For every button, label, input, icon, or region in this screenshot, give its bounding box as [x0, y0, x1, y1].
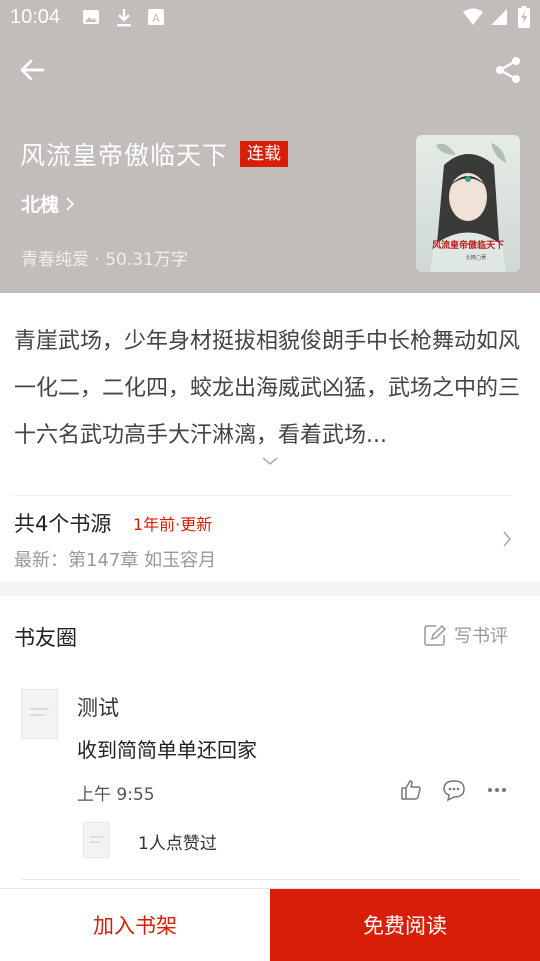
liker-avatar[interactable] [83, 822, 110, 858]
thumbs-up-icon[interactable] [399, 778, 423, 802]
signal-icon [491, 9, 507, 25]
cover-title-text: 风流皇帝傲临天下 [432, 239, 504, 251]
share-icon[interactable] [492, 54, 524, 86]
source-count: 共4个书源 [14, 512, 112, 536]
chevron-right-icon [503, 531, 511, 547]
expand-chevron-down-icon[interactable] [261, 455, 279, 467]
book-title-row: 风流皇帝傲临天下 连载 [20, 137, 289, 171]
comment-text[interactable]: 收到简简单单还回家 [77, 734, 257, 763]
more-options-icon[interactable] [485, 778, 509, 802]
serial-status-badge: 连载 [240, 141, 289, 167]
status-bar: 10:04 A [0, 0, 540, 36]
divider [14, 495, 512, 496]
author-name: 北槐 [21, 194, 60, 216]
image-notification-icon [83, 10, 99, 24]
free-read-button[interactable]: 免费阅读 [270, 889, 540, 961]
cover-author-text: 北槐◯著 [466, 254, 487, 261]
add-to-shelf-button[interactable]: 加入书架 [0, 889, 270, 961]
book-meta: 青春纯爱 · 50.31万字 [21, 245, 188, 270]
book-title: 风流皇帝傲临天下 [20, 141, 229, 170]
comment-icon[interactable] [442, 778, 466, 802]
avatar-placeholder-icon [90, 836, 103, 843]
write-review-label: 写书评 [454, 626, 508, 647]
avatar[interactable] [21, 689, 58, 739]
chevron-right-icon [66, 196, 75, 211]
bottom-action-bar: 加入书架 免费阅读 [0, 888, 540, 961]
word-count: 50.31万字 [105, 250, 188, 270]
section-separator [0, 582, 540, 596]
meta-separator: · [89, 250, 106, 270]
svg-text:A: A [152, 12, 160, 25]
comment-username[interactable]: 测试 [77, 692, 119, 722]
avatar-placeholder-icon [30, 708, 49, 716]
likes-summary: 1人点赞过 [138, 834, 217, 854]
divider [22, 879, 520, 880]
book-cover-image: 风流皇帝傲临天下 北槐◯著 [416, 135, 520, 272]
back-arrow-icon[interactable] [16, 54, 48, 86]
book-intro-text: 青崖武场，少年身材挺拔相貌俊朗手中长枪舞动如风一化二，二化四，蛟龙出海威武凶猛，… [14, 329, 521, 448]
download-notification-icon [117, 9, 131, 27]
status-time: 10:04 [10, 6, 61, 28]
update-time: 1年前·更新 [133, 515, 213, 534]
author-link[interactable]: 北槐 [21, 190, 75, 217]
book-category: 青春纯爱 [21, 250, 89, 270]
write-review-button[interactable]: 写书评 [424, 622, 508, 648]
battery-charging-icon [518, 6, 530, 28]
latest-chapter: 最新：第147章 如玉容月 [14, 550, 217, 571]
book-intro[interactable]: 青崖武场，少年身材挺拔相貌俊朗手中长枪舞动如风一化二，二化四，蛟龙出海威武凶猛，… [14, 318, 522, 459]
comment-time: 上午 9:55 [77, 785, 155, 805]
edit-icon [424, 624, 446, 646]
circle-title: 书友圈 [14, 626, 77, 650]
font-notification-icon: A [148, 9, 164, 25]
book-cover: 风流皇帝傲临天下 北槐◯著 [416, 135, 520, 272]
book-sources-row[interactable]: 共4个书源 1年前·更新 最新：第147章 如玉容月 [14, 508, 526, 576]
book-header: 10:04 A 风流皇帝傲临天下 连载 北槐 青春纯爱 · 50.31万字 风流… [0, 0, 540, 293]
wifi-icon [463, 8, 483, 25]
